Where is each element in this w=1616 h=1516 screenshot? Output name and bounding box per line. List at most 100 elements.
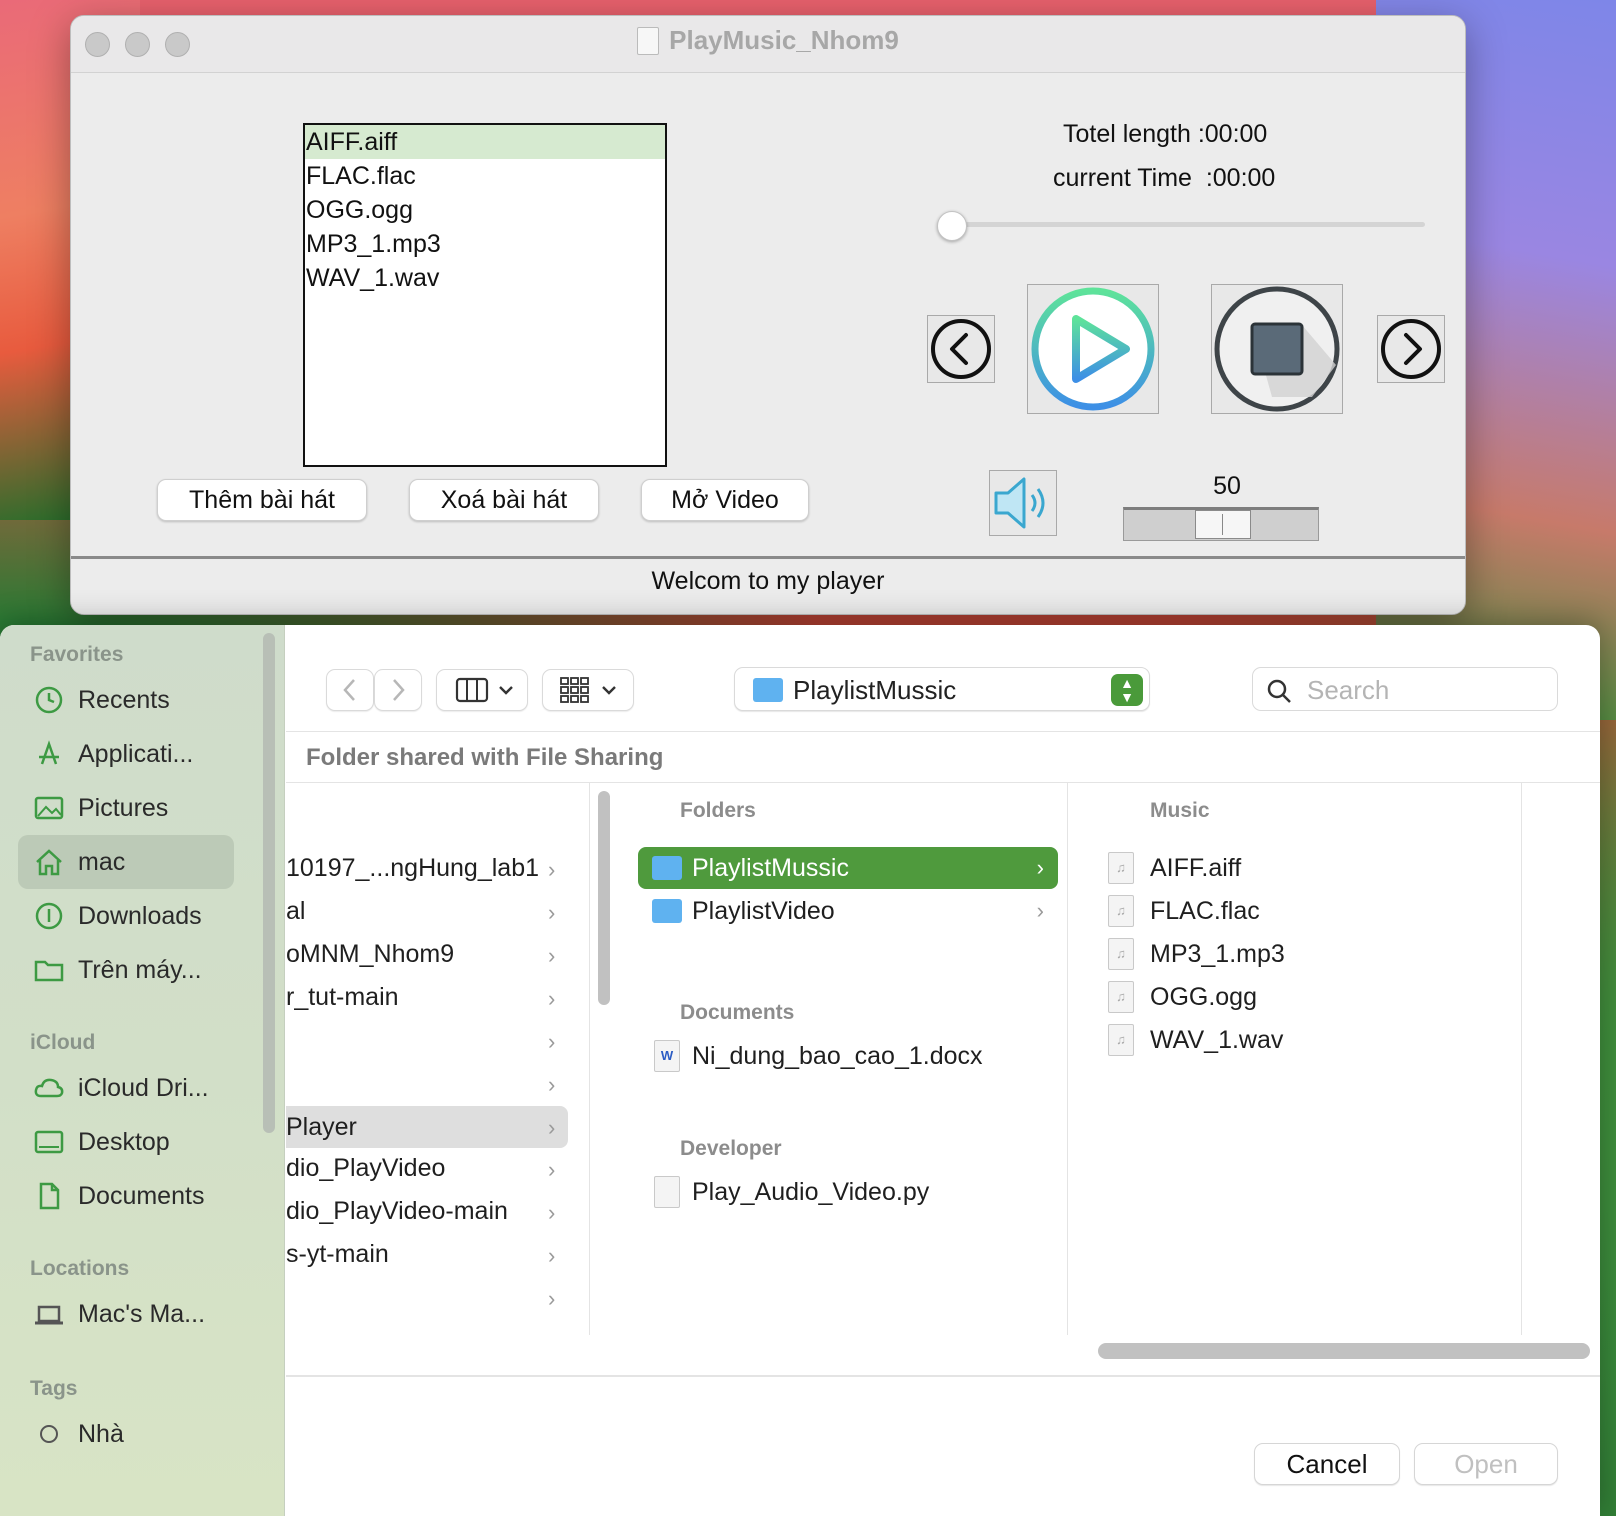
music-file-item[interactable]: ♫ OGG.ogg — [1104, 976, 1504, 1018]
chevron-right-icon: › — [548, 1157, 556, 1182]
sidebar-item-desktop[interactable]: Desktop — [18, 1115, 234, 1169]
previous-button[interactable] — [927, 315, 995, 383]
sidebar-item-applications[interactable]: Applicati... — [18, 727, 234, 781]
sidebar-item-downloads[interactable]: Downloads — [18, 889, 234, 943]
sidebar-item-documents[interactable]: Documents — [18, 1169, 234, 1223]
playlist-item[interactable]: WAV_1.wav — [305, 261, 665, 295]
column-scrollbar[interactable] — [598, 791, 610, 1005]
list-item[interactable]: dio_PlayVideo — [286, 1147, 556, 1189]
applications-icon — [39, 740, 59, 765]
folder-item-label: PlaylistVideo — [692, 897, 835, 925]
search-placeholder: Search — [1307, 675, 1390, 705]
chevron-left-icon — [343, 679, 355, 701]
file-item-label: Ni_dung_bao_cao_1.docx — [692, 1042, 983, 1070]
stop-button[interactable] — [1211, 284, 1343, 414]
open-video-button[interactable]: Mở Video — [641, 479, 809, 521]
column-3: Music ♫ AIFF.aiff ♫ FLAC.flac ♫ MP3_1.mp… — [1074, 783, 1522, 1335]
column-1: 10197_...ngHung_lab1 › al › oMNM_Nhom9 ›… — [286, 783, 610, 1335]
mute-button[interactable] — [989, 470, 1057, 536]
chevron-left-icon — [931, 319, 991, 379]
playlist-item[interactable]: MP3_1.mp3 — [305, 227, 665, 261]
sidebar-heading-tags: Tags — [30, 1377, 78, 1400]
file-item[interactable]: W Ni_dung_bao_cao_1.docx — [638, 1035, 1058, 1077]
volume-value: 50 — [1213, 472, 1241, 500]
sidebar-heading-favorites: Favorites — [30, 643, 124, 666]
progress-slider-knob[interactable] — [937, 211, 967, 241]
back-button[interactable] — [326, 669, 374, 711]
folder-item[interactable]: PlaylistVideo › — [638, 890, 1058, 932]
file-item-label: OGG.ogg — [1150, 983, 1257, 1011]
divider — [286, 1375, 1600, 1377]
list-item[interactable]: al — [286, 890, 556, 932]
shared-banner-text: Folder shared with File Sharing — [306, 744, 664, 771]
forward-button[interactable] — [374, 669, 422, 711]
delete-song-button[interactable]: Xoá bài hát — [409, 479, 599, 521]
chevron-right-icon: › — [548, 857, 556, 882]
search-field[interactable]: Search — [1252, 667, 1558, 711]
list-item[interactable]: oMNM_Nhom9 — [286, 933, 556, 975]
section-heading-documents: Documents — [680, 1001, 795, 1024]
sidebar-item-label: iCloud Dri... — [78, 1074, 209, 1102]
sidebar-heading-icloud: iCloud — [30, 1031, 96, 1054]
music-player-window: PlayMusic_Nhom9 AIFF.aiff FLAC.flac OGG.… — [70, 15, 1466, 615]
chevron-right-icon — [1381, 319, 1441, 379]
next-button[interactable] — [1377, 315, 1445, 383]
document-icon — [637, 27, 660, 55]
play-button[interactable] — [1027, 284, 1159, 414]
sidebar-item-tag[interactable]: Nhà — [18, 1407, 234, 1461]
desktop-icon — [34, 1130, 64, 1154]
volume-slider-knob[interactable] — [1195, 510, 1251, 539]
list-item-selected[interactable]: Player — [286, 1106, 568, 1148]
sidebar-item-mac[interactable]: Mac's Ma... — [18, 1287, 234, 1341]
updown-stepper-icon: ▲ ▼ — [1111, 674, 1143, 706]
python-file-icon — [654, 1176, 680, 1208]
progress-slider[interactable] — [939, 222, 1425, 227]
location-popup[interactable]: PlaylistMussic ▲ ▼ — [734, 667, 1150, 711]
sidebar-item-home[interactable]: mac — [18, 835, 234, 889]
sidebar-item-recents[interactable]: Recents — [18, 673, 234, 727]
list-item-label: Player — [286, 1113, 357, 1141]
list-item[interactable]: dio_PlayVideo-main — [286, 1190, 556, 1232]
window-title: PlayMusic_Nhom9 — [71, 25, 1465, 56]
music-file-item[interactable]: ♫ WAV_1.wav — [1104, 1019, 1504, 1061]
music-file-item[interactable]: ♫ FLAC.flac — [1104, 890, 1504, 932]
list-item-label: dio_PlayVideo — [286, 1154, 446, 1182]
folder-item-selected[interactable]: PlaylistMussic › — [638, 847, 1058, 889]
sidebar-item-pictures[interactable]: Pictures — [18, 781, 234, 835]
open-button[interactable]: Open — [1414, 1443, 1558, 1485]
playlist-item[interactable]: FLAC.flac — [305, 159, 665, 193]
sidebar-item-label: Applicati... — [78, 740, 194, 768]
list-item[interactable]: 10197_...ngHung_lab1 — [286, 847, 556, 889]
sidebar-heading-locations: Locations — [30, 1257, 130, 1280]
music-file-item[interactable]: ♫ AIFF.aiff — [1104, 847, 1504, 889]
section-heading-music: Music — [1150, 799, 1210, 822]
music-file-item[interactable]: ♫ MP3_1.mp3 — [1104, 933, 1504, 975]
playlist-item[interactable]: OGG.ogg — [305, 193, 665, 227]
sidebar-item-icloud-drive[interactable]: iCloud Dri... — [18, 1061, 234, 1115]
add-song-button[interactable]: Thêm bài hát — [157, 479, 367, 521]
sidebar-item-label: mac — [78, 848, 126, 876]
view-mode-button[interactable] — [436, 669, 528, 711]
sidebar-item-folder[interactable]: Trên máy... — [18, 943, 234, 997]
chevron-right-icon — [393, 679, 405, 701]
list-item[interactable]: r_tut-main — [286, 976, 556, 1018]
sidebar-item-label: Trên máy... — [78, 956, 202, 984]
group-by-button[interactable] — [542, 669, 634, 711]
pictures-icon — [34, 796, 64, 820]
sidebar-item-label: Downloads — [78, 902, 202, 930]
file-item[interactable]: Play_Audio_Video.py — [638, 1171, 1058, 1213]
chevron-right-icon: › — [548, 1200, 556, 1225]
status-bar: Welcom to my player — [71, 556, 1465, 614]
horizontal-scrollbar[interactable] — [1098, 1343, 1590, 1359]
status-text: Welcom to my player — [651, 567, 885, 595]
file-item-label: Play_Audio_Video.py — [692, 1178, 930, 1206]
playlist-box[interactable]: AIFF.aiff FLAC.flac OGG.ogg MP3_1.mp3 WA… — [303, 123, 667, 467]
cancel-button[interactable]: Cancel — [1254, 1443, 1400, 1485]
sidebar-item-label: Pictures — [78, 794, 169, 822]
playlist-item[interactable]: AIFF.aiff — [305, 125, 665, 159]
cloud-icon — [34, 1078, 64, 1098]
list-item[interactable]: s-yt-main — [286, 1233, 556, 1275]
chevron-right-icon: › — [1036, 855, 1044, 880]
columns-view-icon — [455, 677, 513, 703]
sidebar-scrollbar[interactable] — [263, 633, 275, 1133]
